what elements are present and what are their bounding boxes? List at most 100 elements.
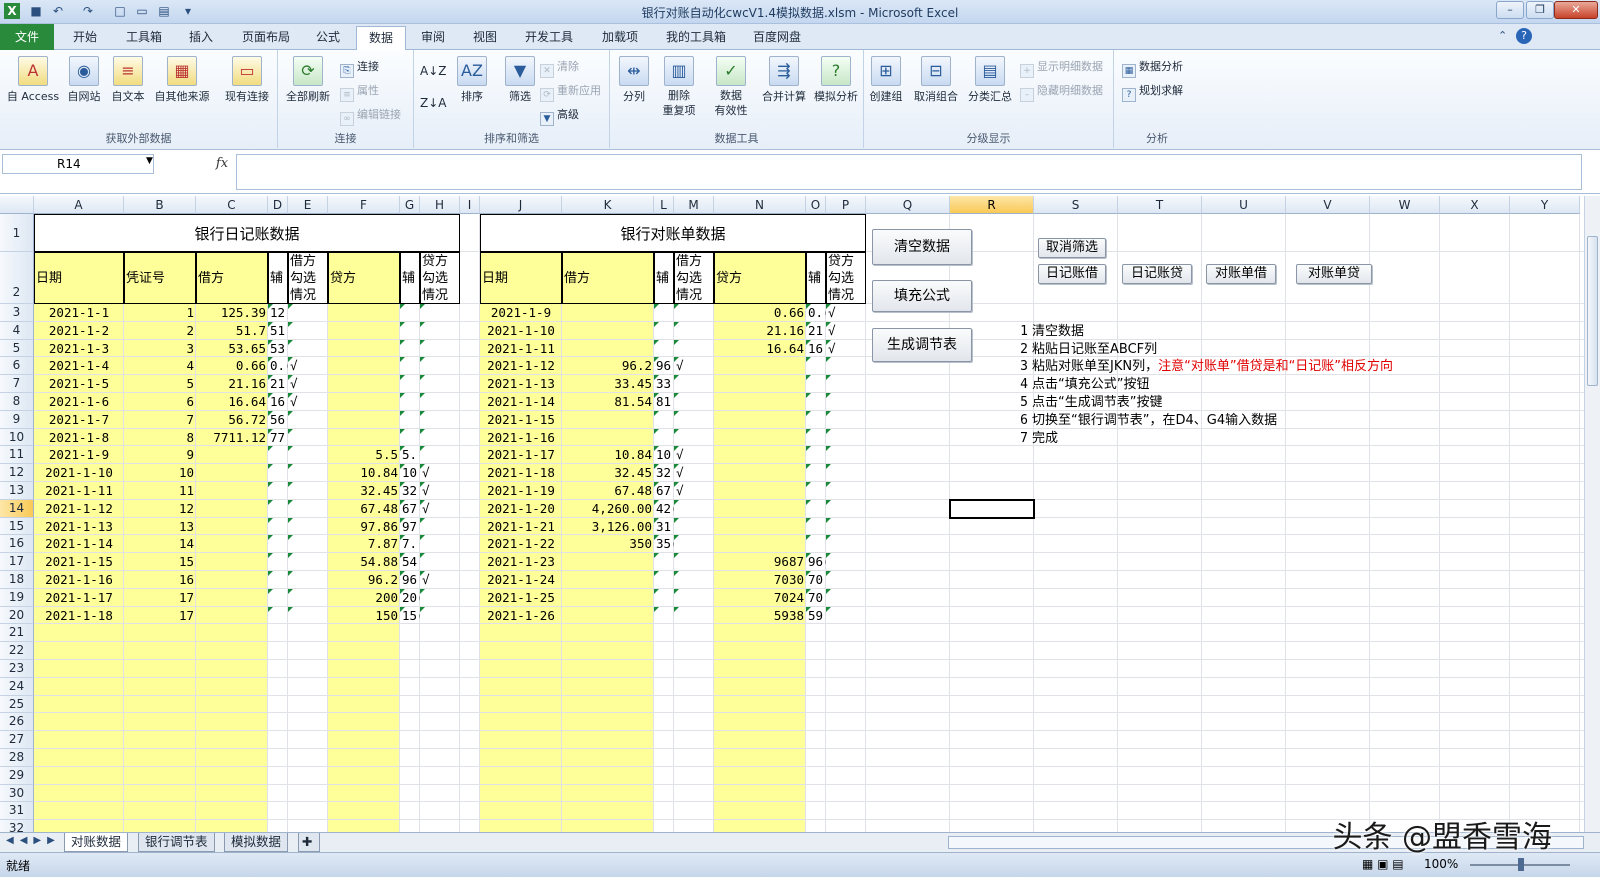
statement-cell-date[interactable]: 2021-1-11 <box>480 340 562 358</box>
tab-formulas[interactable]: 公式 <box>306 26 350 50</box>
column-header[interactable]: I <box>460 196 480 214</box>
statement-cell-credit[interactable]: 9687 <box>714 553 806 571</box>
journal-cell-date[interactable]: 2021-1-1 <box>34 304 124 322</box>
statement-cell-credit[interactable] <box>714 518 806 536</box>
statement-cell-date[interactable]: 2021-1-9 <box>480 304 562 322</box>
journal-cell-chk2[interactable] <box>420 607 460 625</box>
row-header[interactable]: 32 <box>0 820 34 832</box>
statement-cell-chk2[interactable] <box>826 464 866 482</box>
row-header[interactable]: 15 <box>0 517 34 536</box>
journal-cell-chk1[interactable]: √ <box>288 357 328 375</box>
tab-my-toolbox[interactable]: 我的工具箱 <box>656 26 736 50</box>
data-analysis-button[interactable]: ▦ 数据分析 <box>1122 58 1183 78</box>
fill-formula-button[interactable]: 填充公式 <box>872 280 972 312</box>
from-access-button[interactable]: A自 Access <box>4 56 62 104</box>
journal-cell-chk2[interactable] <box>420 411 460 429</box>
statement-cell-credit[interactable] <box>714 535 806 553</box>
journal-cell-credit[interactable]: 10.84 <box>328 464 400 482</box>
row-header[interactable]: 16 <box>0 535 34 554</box>
statement-cell-debit[interactable] <box>562 322 654 340</box>
tab-addins[interactable]: 加载项 <box>590 26 650 50</box>
journal-cell-debit[interactable] <box>196 482 268 500</box>
journal-debit-button[interactable]: 日记账借 <box>1038 264 1106 284</box>
statement-cell-chk2[interactable] <box>826 411 866 429</box>
journal-cell-no[interactable]: 13 <box>124 518 196 536</box>
journal-cell-chk1[interactable] <box>288 340 328 358</box>
statement-cell-credit[interactable] <box>714 393 806 411</box>
column-header[interactable]: D <box>268 196 288 214</box>
ribbon-minimize-icon[interactable]: ⌃ <box>1498 29 1507 42</box>
restore-button[interactable]: ❐ <box>1526 1 1554 19</box>
statement-debit-button[interactable]: 对账单借 <box>1206 264 1276 284</box>
journal-cell-no[interactable]: 8 <box>124 429 196 447</box>
journal-cell-debit[interactable] <box>196 446 268 464</box>
journal-cell-no[interactable]: 5 <box>124 375 196 393</box>
statement-cell-debit[interactable] <box>562 553 654 571</box>
journal-cell-date[interactable]: 2021-1-13 <box>34 518 124 536</box>
statement-cell-credit[interactable]: 21.16 <box>714 322 806 340</box>
journal-cell-credit[interactable] <box>328 357 400 375</box>
statement-cell-chk1[interactable] <box>674 375 714 393</box>
statement-cell-date[interactable]: 2021-1-12 <box>480 357 562 375</box>
statement-cell-debit[interactable]: 3,126.00 <box>562 518 654 536</box>
statement-cell-date[interactable]: 2021-1-10 <box>480 322 562 340</box>
tab-home[interactable]: 开始 <box>60 26 110 50</box>
journal-cell-chk1[interactable] <box>288 482 328 500</box>
statement-cell-date[interactable]: 2021-1-26 <box>480 607 562 625</box>
journal-cell-credit[interactable]: 150 <box>328 607 400 625</box>
show-detail-button[interactable]: + 显示明细数据 <box>1020 58 1103 78</box>
statement-cell-credit[interactable] <box>714 500 806 518</box>
minimize-button[interactable]: – <box>1496 1 1524 19</box>
statement-cell-debit[interactable] <box>562 429 654 447</box>
journal-cell-date[interactable]: 2021-1-8 <box>34 429 124 447</box>
statement-cell-date[interactable]: 2021-1-16 <box>480 429 562 447</box>
consolidate-button[interactable]: ⇶ 合并计算 <box>758 56 810 104</box>
statement-cell-credit[interactable] <box>714 482 806 500</box>
insert-sheet-icon[interactable]: ✚ <box>298 833 320 852</box>
journal-cell-chk1[interactable] <box>288 518 328 536</box>
statement-cell-chk2[interactable] <box>826 393 866 411</box>
tab-file[interactable]: 文件 <box>0 24 54 50</box>
statement-cell-chk2[interactable] <box>826 571 866 589</box>
journal-cell-chk2[interactable] <box>420 535 460 553</box>
journal-cell-debit[interactable]: 56.72 <box>196 411 268 429</box>
journal-cell-chk2[interactable] <box>420 304 460 322</box>
journal-cell-chk1[interactable] <box>288 429 328 447</box>
sheet-tab-reconcile-data[interactable]: 对账数据 <box>64 833 129 852</box>
statement-cell-debit[interactable] <box>562 589 654 607</box>
row-header[interactable]: 1 <box>0 214 34 252</box>
statement-cell-debit[interactable] <box>562 571 654 589</box>
journal-cell-date[interactable]: 2021-1-4 <box>34 357 124 375</box>
statement-cell-credit[interactable] <box>714 464 806 482</box>
journal-cell-date[interactable]: 2021-1-3 <box>34 340 124 358</box>
statement-cell-credit[interactable]: 7030 <box>714 571 806 589</box>
tab-developer[interactable]: 开发工具 <box>514 26 584 50</box>
column-header[interactable]: V <box>1286 196 1370 214</box>
journal-cell-chk2[interactable] <box>420 429 460 447</box>
journal-cell-chk1[interactable] <box>288 535 328 553</box>
statement-cell-date[interactable]: 2021-1-14 <box>480 393 562 411</box>
view-mode-icons[interactable]: ▦ ▣ ▤ <box>1362 857 1404 871</box>
journal-cell-date[interactable]: 2021-1-18 <box>34 607 124 625</box>
close-button[interactable]: ✕ <box>1554 1 1598 19</box>
journal-cell-no[interactable]: 7 <box>124 411 196 429</box>
journal-cell-chk1[interactable] <box>288 322 328 340</box>
row-header[interactable]: 24 <box>0 677 34 696</box>
journal-cell-credit[interactable] <box>328 375 400 393</box>
journal-cell-debit[interactable] <box>196 464 268 482</box>
journal-cell-date[interactable]: 2021-1-16 <box>34 571 124 589</box>
zoom-level[interactable]: 100% <box>1424 857 1458 871</box>
subtotal-button[interactable]: ▤ 分类汇总 <box>964 56 1016 104</box>
journal-cell-debit[interactable]: 7711.12 <box>196 429 268 447</box>
statement-cell-credit[interactable] <box>714 411 806 429</box>
worksheet-grid[interactable]: A B C D E F G H I J K L M N O P Q R S T U V W X Y 1 2 3 4 5 6 7 8 9 10 11 12… <box>0 196 1584 832</box>
column-header[interactable]: F <box>328 196 400 214</box>
name-box[interactable]: R14 <box>2 154 154 174</box>
row-header[interactable]: 21 <box>0 624 34 643</box>
statement-cell-credit[interactable]: 0.66 <box>714 304 806 322</box>
data-validation-button[interactable]: ✓ 数据 有效性 <box>706 56 756 118</box>
row-header[interactable]: 27 <box>0 731 34 749</box>
row-header[interactable]: 13 <box>0 482 34 500</box>
journal-cell-no[interactable]: 1 <box>124 304 196 322</box>
journal-cell-date[interactable]: 2021-1-11 <box>34 482 124 500</box>
